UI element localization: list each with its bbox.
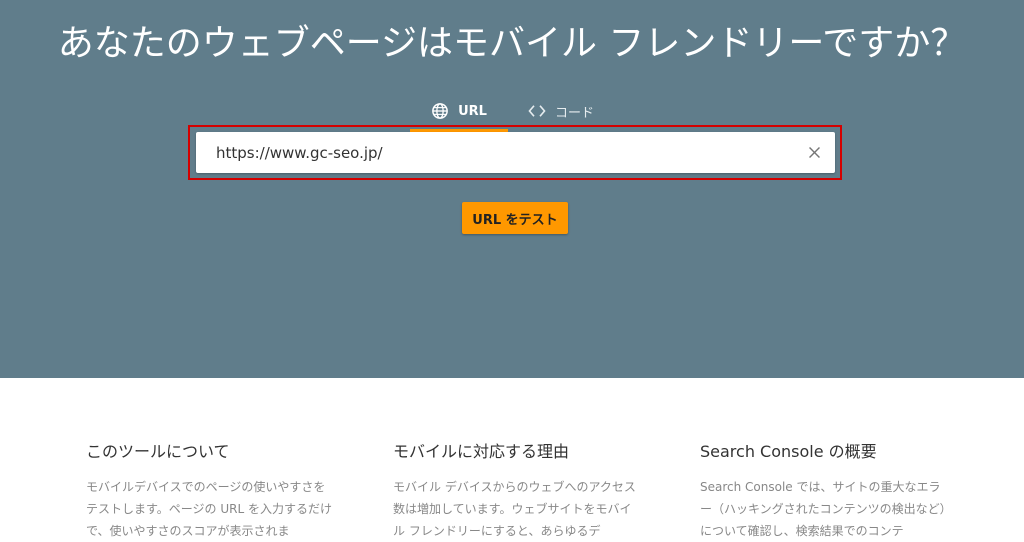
hero-section: あなたのウェブページはモバイル フレンドリーですか？ URL コード https… (0, 0, 1024, 378)
info-section-about: このツールについて モバイルデバイスでのページの使いやすさをテストします。ページ… (86, 438, 336, 542)
close-icon[interactable] (806, 144, 823, 161)
url-input[interactable] (216, 132, 786, 173)
test-url-button[interactable]: URL をテスト (462, 202, 568, 234)
tab-url-label: URL (458, 103, 487, 119)
info-heading: このツールについて (86, 442, 230, 461)
info-section-why-mobile: モバイルに対応する理由 モバイル デバイスからのウェブへのアクセス数は増加してい… (393, 438, 643, 542)
info-body: Search Console では、サイトの重大なエラー（ハッキングされたコンテ… (700, 480, 946, 538)
info-section-search-console: Search Console の概要 Search Console では、サイト… (700, 438, 950, 542)
info-body: モバイルデバイスでのページの使いやすさをテストします。ページの URL を入力す… (86, 480, 332, 538)
info-heading: Search Console の概要 (700, 442, 877, 461)
tab-code-label: コード (555, 105, 595, 121)
code-brackets-icon (528, 105, 546, 117)
info-heading: モバイルに対応する理由 (393, 442, 570, 461)
url-field-container (196, 132, 835, 173)
page-title: あなたのウェブページはモバイル フレンドリーですか？ (57, 23, 967, 64)
globe-icon (432, 103, 448, 119)
info-body: モバイル デバイスからのウェブへのアクセス数は増加しています。ウェブサイトをモバ… (393, 480, 636, 538)
